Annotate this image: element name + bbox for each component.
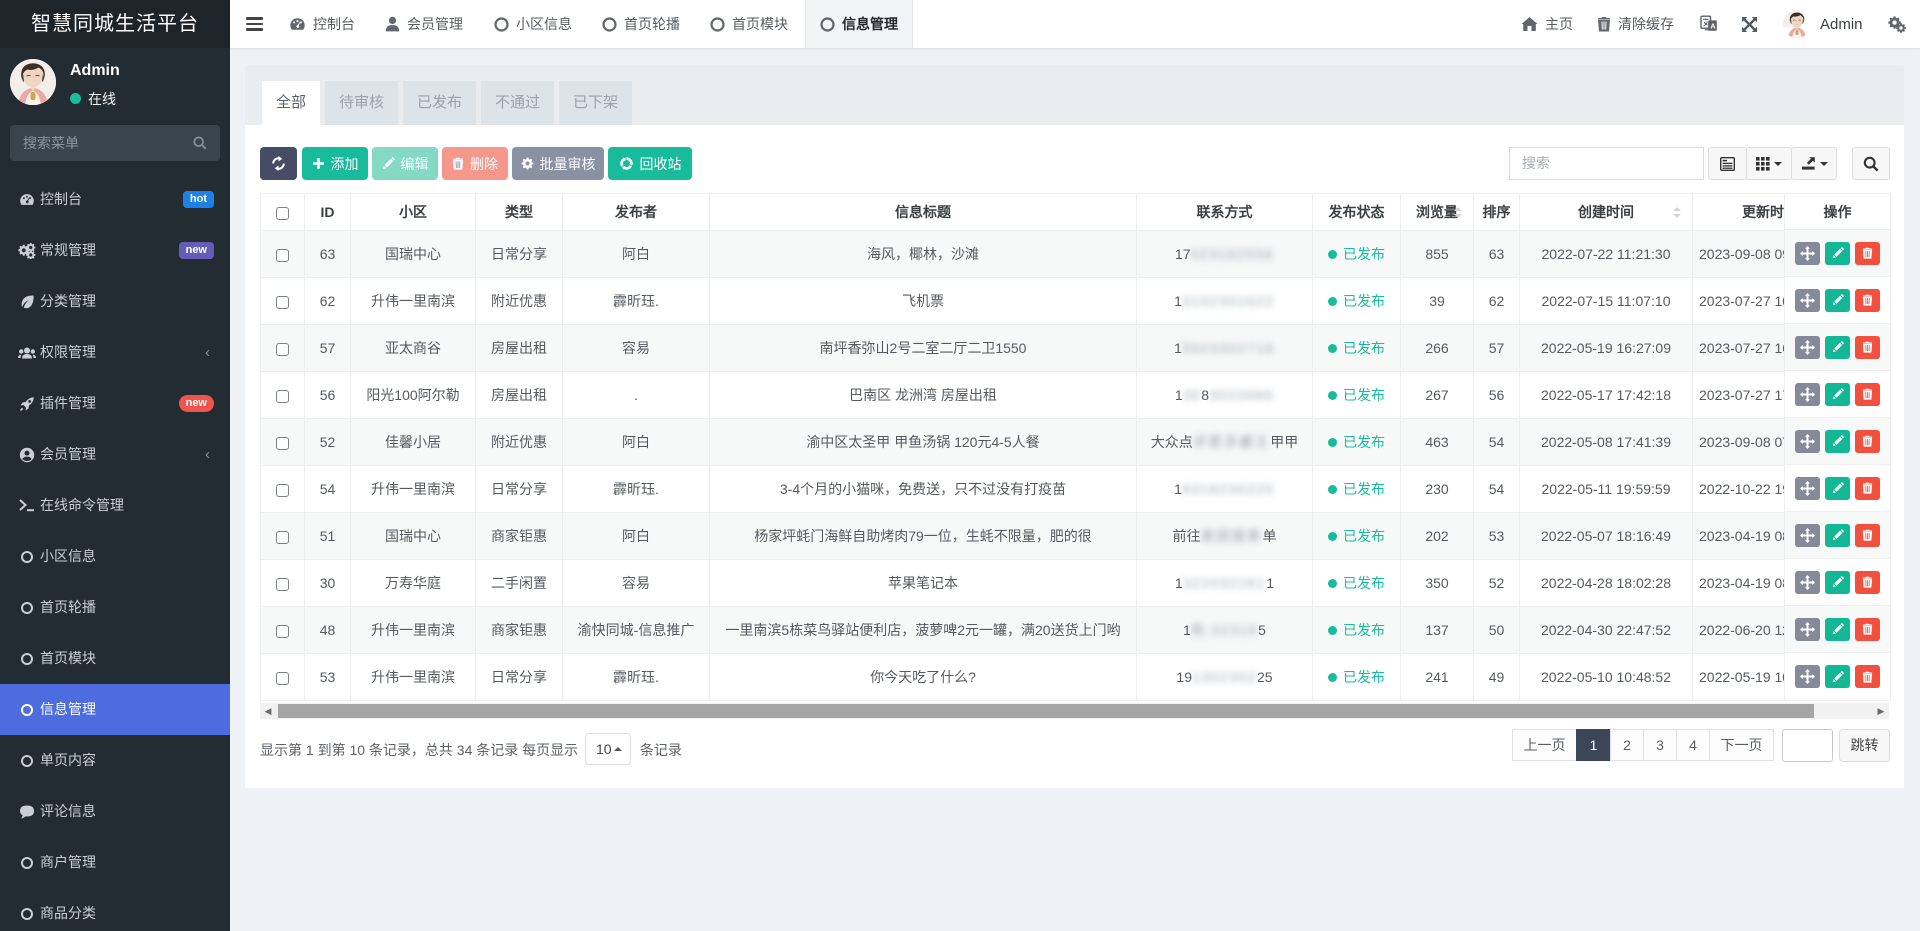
svg-text:A: A xyxy=(1710,21,1716,30)
